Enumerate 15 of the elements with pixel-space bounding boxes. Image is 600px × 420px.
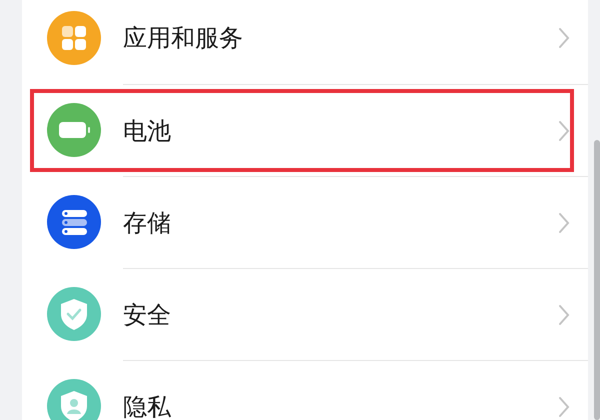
chevron-right-icon (558, 212, 570, 234)
setting-label[interactable]: 存储 (123, 204, 558, 240)
setting-label[interactable]: 安全 (123, 296, 558, 332)
setting-label[interactable]: 隐私 (123, 388, 558, 420)
scrollbar[interactable] (594, 140, 600, 420)
chevron-right-icon (558, 396, 570, 418)
apps-grid-icon (46, 11, 100, 65)
shield-check-icon (46, 287, 100, 341)
storage-stack-icon (46, 195, 100, 249)
setting-label[interactable]: 应用和服务 (123, 20, 558, 56)
chevron-right-icon (558, 304, 570, 326)
chevron-right-icon (558, 120, 570, 142)
chevron-right-icon (558, 27, 570, 49)
battery-icon (46, 103, 100, 157)
setting-label[interactable]: 电池 (123, 112, 558, 148)
